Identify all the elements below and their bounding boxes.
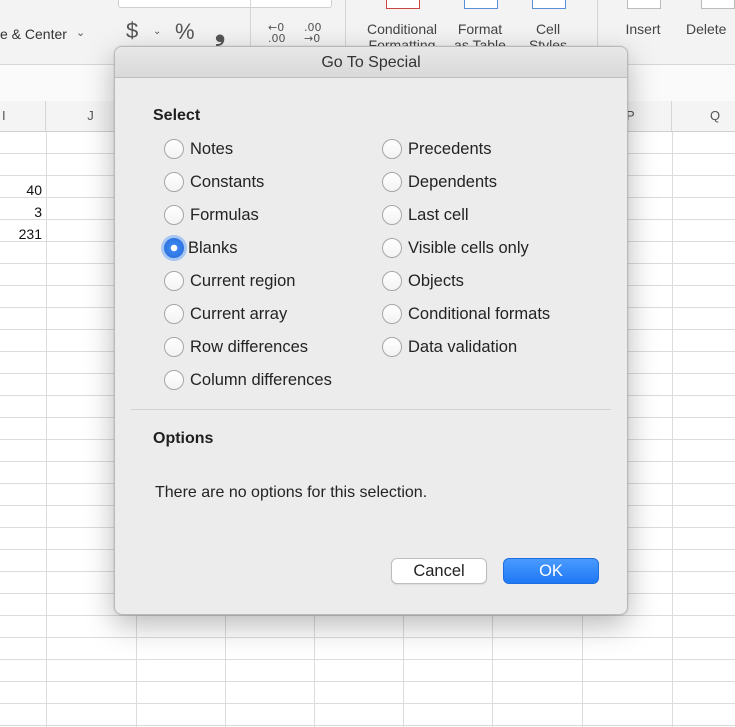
comma-style-icon[interactable]: ❟ — [215, 16, 225, 48]
format-as-table-button[interactable]: Format as Table — [446, 0, 514, 53]
option-label: Objects — [408, 271, 464, 290]
radio-button[interactable] — [164, 172, 184, 192]
option-formulas[interactable]: Formulas — [164, 203, 259, 227]
insert-label: Insert — [625, 21, 661, 37]
column-header-q[interactable]: Q — [672, 101, 735, 131]
radio-button[interactable] — [382, 337, 402, 357]
option-dependents[interactable]: Dependents — [382, 170, 497, 194]
radio-button[interactable] — [164, 205, 184, 225]
radio-button[interactable] — [164, 337, 184, 357]
delete-label: Delete — [686, 21, 727, 37]
cell-styles-icon — [532, 0, 566, 9]
radio-button[interactable] — [382, 172, 402, 192]
delete-cells-icon — [701, 0, 735, 9]
option-label: Visible cells only — [408, 238, 529, 257]
option-label: Notes — [190, 139, 234, 158]
dialog-title: Go To Special — [321, 54, 421, 71]
option-last-cell[interactable]: Last cell — [382, 203, 469, 227]
option-visible-cells-only[interactable]: Visible cells only — [382, 236, 529, 260]
option-label: Row differences — [190, 337, 309, 356]
radio-button[interactable] — [382, 271, 402, 291]
number-format-dropdown[interactable] — [118, 0, 332, 8]
option-label: Current region — [190, 271, 296, 290]
chevron-down-icon[interactable]: ⌄ — [76, 26, 85, 39]
format-as-table-label: Format — [457, 21, 503, 37]
options-message: There are no options for this selection. — [155, 484, 428, 501]
insert-cells-icon — [627, 0, 661, 9]
cell-value[interactable]: 231 — [2, 226, 42, 242]
radio-button[interactable] — [164, 271, 184, 291]
ribbon-separator — [345, 0, 346, 48]
currency-format-icon[interactable]: $ — [126, 18, 138, 44]
option-conditional-formats[interactable]: Conditional formats — [382, 302, 550, 326]
option-label: Constants — [190, 172, 265, 191]
decrease-decimal-bottom: →0 — [304, 32, 321, 45]
radio-button[interactable] — [382, 304, 402, 324]
option-current-array[interactable]: Current array — [164, 302, 287, 326]
option-label: Dependents — [408, 172, 497, 191]
conditional-formatting-icon — [386, 0, 420, 9]
increase-decimal-icon[interactable]: ←0 .00 — [268, 22, 286, 44]
chevron-down-icon[interactable]: ⌄ — [153, 26, 161, 37]
option-precedents[interactable]: Precedents — [382, 137, 491, 161]
option-column-differences[interactable]: Column differences — [164, 368, 332, 392]
cell-value[interactable]: 3 — [2, 204, 42, 220]
radio-button[interactable] — [382, 205, 402, 225]
option-data-validation[interactable]: Data validation — [382, 335, 517, 359]
grid-line — [46, 132, 47, 727]
option-label: Data validation — [408, 337, 518, 356]
radio-button[interactable] — [164, 370, 184, 390]
format-as-table-icon — [464, 0, 498, 9]
options-heading: Options — [153, 430, 214, 447]
insert-button[interactable]: Insert — [608, 0, 678, 50]
grid-line — [672, 132, 673, 727]
option-label: Conditional formats — [408, 304, 551, 323]
ribbon-separator — [597, 0, 598, 48]
ok-button[interactable]: OK — [503, 558, 599, 584]
decrease-decimal-icon[interactable]: .00 →0 — [304, 22, 322, 44]
option-row-differences[interactable]: Row differences — [164, 335, 308, 359]
option-objects[interactable]: Objects — [382, 269, 464, 293]
cell-styles-label: Cell — [535, 21, 561, 37]
radio-button-selected[interactable] — [164, 238, 184, 258]
delete-button[interactable]: Delete — [682, 0, 735, 50]
option-blanks[interactable]: Blanks — [164, 236, 238, 260]
select-heading: Select — [153, 107, 201, 124]
conditional-formatting-button[interactable]: Conditional Formatting — [365, 0, 439, 53]
option-label: Formulas — [190, 205, 259, 224]
section-divider — [131, 409, 611, 410]
column-header-i[interactable]: I — [0, 101, 46, 131]
cell-styles-button[interactable]: Cell Styles — [516, 0, 580, 53]
radio-button[interactable] — [382, 238, 402, 258]
go-to-special-dialog: Go To Special Select Notes Constants For… — [114, 46, 628, 615]
percent-format-icon[interactable]: % — [175, 19, 195, 45]
option-label: Last cell — [408, 205, 469, 224]
conditional-formatting-label: Conditional — [366, 21, 438, 37]
radio-button[interactable] — [382, 139, 402, 159]
option-constants[interactable]: Constants — [164, 170, 264, 194]
cell-value[interactable]: 40 — [2, 182, 42, 198]
cancel-button[interactable]: Cancel — [391, 558, 487, 584]
option-label: Current array — [190, 304, 288, 323]
option-notes[interactable]: Notes — [164, 137, 233, 161]
merge-center-button[interactable]: e & Center — [0, 26, 67, 42]
radio-button[interactable] — [164, 139, 184, 159]
radio-button[interactable] — [164, 304, 184, 324]
option-label: Precedents — [408, 139, 492, 158]
ribbon-separator — [250, 0, 251, 48]
dialog-titlebar[interactable]: Go To Special — [115, 47, 627, 78]
option-current-region[interactable]: Current region — [164, 269, 295, 293]
option-label: Column differences — [190, 370, 332, 389]
increase-decimal-bottom: .00 — [268, 32, 286, 45]
option-label: Blanks — [188, 238, 238, 257]
